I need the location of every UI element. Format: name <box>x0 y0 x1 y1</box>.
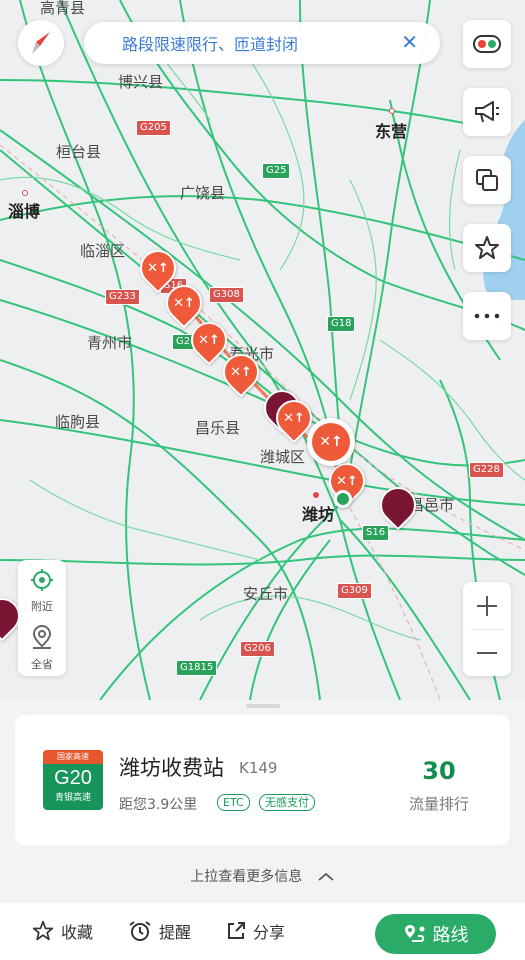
city-linqu: 临朐县 <box>55 413 101 431</box>
road-shield-g309: G309 <box>337 583 372 599</box>
notice-bar[interactable]: 路段限速限行、匝道封闭 ✕ <box>84 22 440 64</box>
chevron-up-icon <box>318 872 334 881</box>
traffic-rank-value[interactable]: 30 <box>405 757 473 785</box>
pull-up-hint[interactable]: 上拉查看更多信息 <box>0 866 525 886</box>
close-icon[interactable]: ✕ <box>401 31 418 53</box>
star-icon <box>475 236 499 259</box>
city-linzi: 临淄区 <box>80 242 126 260</box>
city-huantai: 桓台县 <box>56 143 102 161</box>
road-shield-g308: G308 <box>209 287 244 303</box>
city-center-dot <box>313 492 319 498</box>
drag-handle[interactable] <box>246 704 280 708</box>
nearby-button[interactable]: 附近 <box>18 560 66 618</box>
city-changle: 昌乐县 <box>195 419 241 437</box>
layers-button[interactable] <box>463 156 511 204</box>
sea-area <box>483 120 525 300</box>
road-shield-g206: G206 <box>240 641 275 657</box>
province-button[interactable]: 全省 <box>18 618 66 676</box>
distance-text: 距您3.9公里 <box>119 797 198 813</box>
remind-action[interactable]: 提醒 <box>128 919 191 943</box>
compass-icon <box>32 32 50 54</box>
payment-tag: 无感支付 <box>259 794 315 811</box>
selected-closure-marker[interactable]: ✕↑ <box>307 418 355 466</box>
city-boxing: 博兴县 <box>118 73 164 91</box>
city-weifang: 潍坊 <box>302 505 335 524</box>
location-pin-icon <box>32 624 52 649</box>
megaphone-icon <box>475 101 499 123</box>
share-icon <box>228 922 245 939</box>
etc-tag: ETC <box>217 794 250 811</box>
zoom-in-button[interactable] <box>463 582 511 629</box>
city-zibo: 淄博 <box>8 202 41 221</box>
expressway-badge: 国家高速 G20 青银高速 <box>43 750 103 810</box>
locate-panel: 附近 全省 <box>18 560 66 676</box>
action-bar: 收藏 提醒 分享 路线 <box>0 903 525 960</box>
star-icon <box>32 920 54 941</box>
traffic-toggle-icon <box>473 35 501 53</box>
more-button[interactable] <box>463 292 511 340</box>
city-guangrao: 广饶县 <box>180 184 226 202</box>
route-button[interactable]: 路线 <box>375 914 496 954</box>
crosshair-icon <box>31 569 53 591</box>
city-anqiu: 安丘市 <box>243 585 289 603</box>
alarm-clock-icon <box>129 921 151 941</box>
road-shield-g18: G18 <box>327 316 356 332</box>
city-gaoqing: 高青县 <box>40 0 86 17</box>
road-shield-g205: G205 <box>136 120 171 136</box>
route-icon <box>404 925 424 942</box>
traffic-rank-label[interactable]: 流量排行 <box>399 793 479 814</box>
road-shield-g228: G228 <box>469 462 504 478</box>
road-shield-g25: G25 <box>262 163 291 179</box>
minus-icon <box>477 651 497 654</box>
map-view[interactable]: 高青县 博兴县 东营 桓台县 广饶县 淄博 临淄区 青州市 寿光市 临朐县 昌乐… <box>0 0 525 700</box>
more-icon <box>474 313 500 319</box>
city-center-dot <box>22 190 28 196</box>
km-marker: K149 <box>239 759 278 777</box>
plus-icon <box>477 595 497 616</box>
station-name: 潍坊收费站 <box>119 756 224 780</box>
road-shield-s16-east: S16 <box>362 525 390 541</box>
zoom-out-button[interactable] <box>463 629 511 676</box>
city-weicheng: 潍城区 <box>260 448 306 466</box>
station-card[interactable]: 国家高速 G20 青银高速 潍坊收费站 K149 距您3.9公里 ETC 无感支… <box>15 715 510 845</box>
traffic-toggle-button[interactable] <box>463 20 511 68</box>
city-center-dot <box>389 108 395 114</box>
share-action[interactable]: 分享 <box>226 919 285 943</box>
road-shield-g1815: G1815 <box>176 660 218 676</box>
report-button[interactable] <box>463 88 511 136</box>
station-location-dot[interactable] <box>334 490 352 508</box>
layers-icon <box>476 169 498 191</box>
road-shield-g233: G233 <box>105 289 140 305</box>
favorite-action[interactable]: 收藏 <box>32 919 93 943</box>
city-dongying: 东营 <box>375 122 408 141</box>
notice-text: 路段限速限行、匝道封闭 <box>122 35 299 54</box>
city-qingzhou: 青州市 <box>87 334 133 352</box>
zoom-controls <box>463 582 511 676</box>
compass-button[interactable] <box>18 20 64 66</box>
favorite-button[interactable] <box>463 224 511 272</box>
